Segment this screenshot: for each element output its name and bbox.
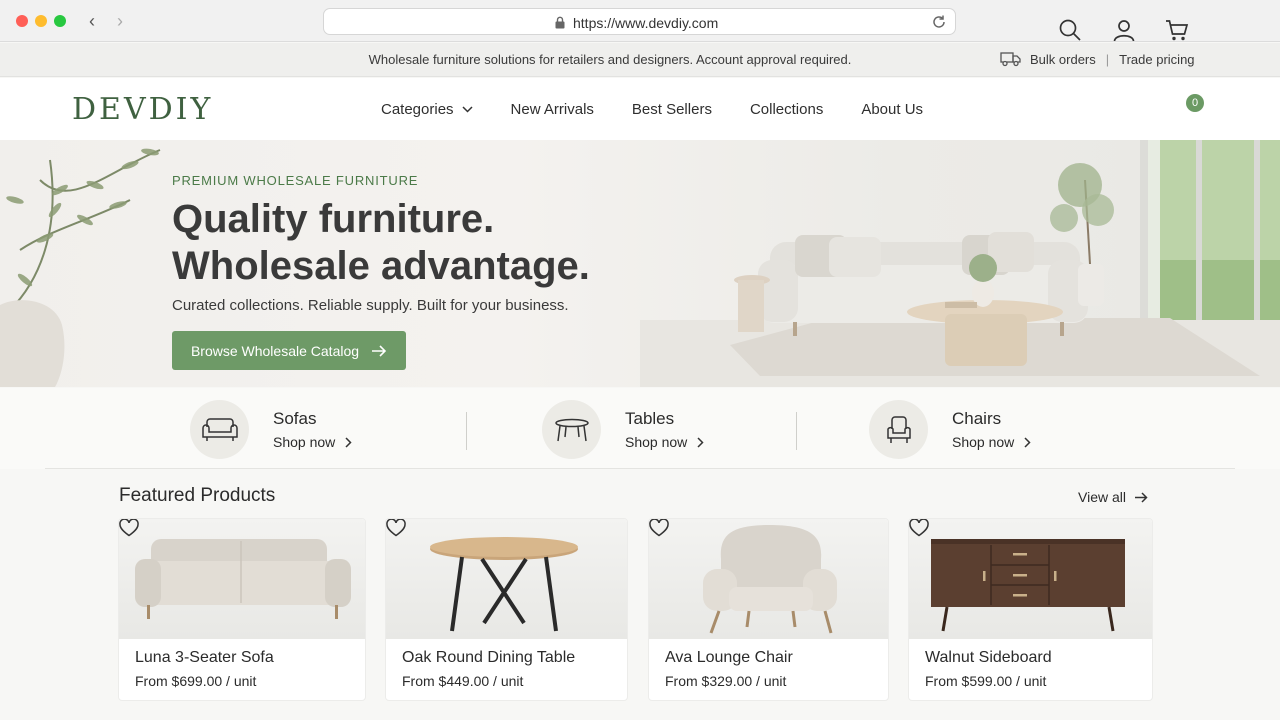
hero-headline-line-2: Wholesale advantage. bbox=[172, 244, 590, 288]
topbar-divider: | bbox=[1105, 51, 1110, 67]
arrow-right-icon bbox=[1135, 491, 1148, 503]
product-card[interactable]: Ava Lounge Chair From $329.00 / unit bbox=[648, 518, 889, 701]
chevron-right-icon bbox=[1024, 436, 1031, 448]
chair-icon bbox=[886, 415, 911, 443]
category-sofas[interactable]: Sofas Shop now bbox=[190, 400, 352, 459]
chevron-right-icon bbox=[697, 436, 704, 448]
section-divider bbox=[45, 468, 1235, 469]
product-price: From $329.00 / unit bbox=[665, 673, 787, 689]
category-tables-title: Tables bbox=[625, 409, 675, 428]
product-price: From $699.00 / unit bbox=[135, 673, 257, 689]
view-all-label: View all bbox=[1078, 489, 1126, 505]
sofa-product-illustration bbox=[135, 539, 351, 619]
shop-now-label: Shop now bbox=[273, 434, 336, 450]
hero-subtext: Curated collections. Reliable supply. Bu… bbox=[172, 297, 569, 314]
sideboard-product-illustration bbox=[931, 539, 1125, 632]
main-navigation: Categories New Arrivals Best Sellers Col… bbox=[381, 101, 961, 118]
shop-now-label: Shop now bbox=[625, 434, 688, 450]
product-price: From $449.00 / unit bbox=[402, 673, 524, 689]
back-arrow-icon[interactable]: ‹ bbox=[82, 10, 102, 32]
account-icon[interactable] bbox=[1112, 18, 1136, 42]
url-text: https://www.devdiy.com bbox=[573, 15, 719, 31]
product-image[interactable] bbox=[909, 519, 1152, 639]
category-tables-icon-wrap bbox=[542, 400, 601, 459]
heart-icon[interactable] bbox=[386, 519, 406, 537]
nav-about-us[interactable]: About Us bbox=[861, 101, 923, 118]
browse-catalog-label: Browse Wholesale Catalog bbox=[190, 342, 360, 359]
product-image[interactable] bbox=[649, 519, 888, 639]
category-sofas-shop-link[interactable]: Shop now bbox=[273, 434, 352, 450]
nav-best-sellers[interactable]: Best Sellers bbox=[632, 101, 712, 118]
product-card[interactable]: Luna 3-Seater Sofa From $699.00 / unit bbox=[118, 518, 366, 701]
reload-icon[interactable] bbox=[931, 14, 947, 30]
category-chairs-title: Chairs bbox=[952, 409, 1002, 428]
product-card[interactable]: Oak Round Dining Table From $449.00 / un… bbox=[385, 518, 628, 701]
category-chairs-shop-link[interactable]: Shop now bbox=[952, 434, 1031, 450]
category-strip: Sofas Shop now Tables Shop now Chairs Sh… bbox=[0, 388, 1280, 469]
search-icon[interactable] bbox=[1058, 18, 1082, 42]
hero-headline: Quality furniture. Wholesale advantage. bbox=[172, 196, 590, 290]
product-name[interactable]: Ava Lounge Chair bbox=[665, 649, 793, 667]
featured-products-title: Featured Products bbox=[119, 485, 276, 506]
product-name[interactable]: Oak Round Dining Table bbox=[402, 649, 575, 667]
nav-categories[interactable]: Categories bbox=[381, 101, 473, 118]
browse-catalog-button[interactable]: Browse Wholesale Catalog bbox=[172, 331, 406, 370]
lock-icon bbox=[555, 16, 565, 29]
hero-headline-line-1: Quality furniture. bbox=[172, 197, 495, 241]
product-image[interactable] bbox=[119, 519, 365, 639]
table-product-illustration bbox=[430, 537, 578, 632]
category-chairs[interactable]: Chairs Shop now bbox=[869, 400, 1031, 459]
chevron-down-icon bbox=[462, 106, 473, 113]
heart-icon[interactable] bbox=[119, 519, 139, 537]
table-icon bbox=[554, 418, 589, 441]
category-chairs-icon-wrap bbox=[869, 400, 928, 459]
category-sofas-title: Sofas bbox=[273, 409, 317, 428]
view-all-link[interactable]: View all bbox=[1078, 489, 1148, 505]
chevron-right-icon bbox=[345, 436, 352, 448]
product-image[interactable] bbox=[386, 519, 627, 639]
nav-collections[interactable]: Collections bbox=[750, 101, 823, 118]
chair-product-illustration bbox=[703, 525, 837, 634]
product-price: From $599.00 / unit bbox=[925, 673, 1047, 689]
shop-now-label: Shop now bbox=[952, 434, 1015, 450]
cart-icon[interactable] bbox=[1165, 18, 1189, 42]
truck-icon bbox=[1000, 52, 1021, 67]
product-card[interactable]: Walnut Sideboard From $599.00 / unit bbox=[908, 518, 1153, 701]
minimize-window-button[interactable] bbox=[35, 15, 47, 27]
forward-arrow-icon[interactable]: › bbox=[110, 10, 130, 32]
site-header: DEVDIY Categories New Arrivals Best Sell… bbox=[0, 78, 1280, 140]
category-tables[interactable]: Tables Shop now bbox=[542, 400, 704, 459]
announcement-bar: Wholesale furniture solutions for retail… bbox=[0, 43, 1280, 77]
cart-count-badge: 0 bbox=[1186, 94, 1204, 112]
category-sofas-icon-wrap bbox=[190, 400, 249, 459]
hero-eyebrow: PREMIUM WHOLESALE FURNITURE bbox=[172, 173, 419, 188]
product-name[interactable]: Walnut Sideboard bbox=[925, 649, 1052, 667]
category-divider bbox=[466, 412, 467, 450]
bulk-orders-link[interactable]: Bulk orders bbox=[1030, 52, 1096, 67]
nav-new-arrivals[interactable]: New Arrivals bbox=[511, 101, 594, 118]
close-window-button[interactable] bbox=[16, 15, 28, 27]
browser-chrome: ‹ › https://www.devdiy.com bbox=[0, 0, 1280, 42]
nav-categories-label: Categories bbox=[381, 101, 454, 118]
heart-icon[interactable] bbox=[909, 519, 929, 537]
heart-icon[interactable] bbox=[649, 519, 669, 537]
arrow-right-icon bbox=[372, 344, 387, 357]
hero-banner: PREMIUM WHOLESALE FURNITURE Quality furn… bbox=[0, 140, 1280, 387]
category-divider bbox=[796, 412, 797, 450]
category-tables-shop-link[interactable]: Shop now bbox=[625, 434, 704, 450]
address-bar[interactable]: https://www.devdiy.com bbox=[323, 8, 956, 35]
trade-pricing-link[interactable]: Trade pricing bbox=[1119, 52, 1194, 67]
maximize-window-button[interactable] bbox=[54, 15, 66, 27]
site-logo[interactable]: DEVDIY bbox=[72, 92, 213, 127]
sofa-icon bbox=[201, 417, 238, 441]
product-name[interactable]: Luna 3-Seater Sofa bbox=[135, 649, 274, 667]
